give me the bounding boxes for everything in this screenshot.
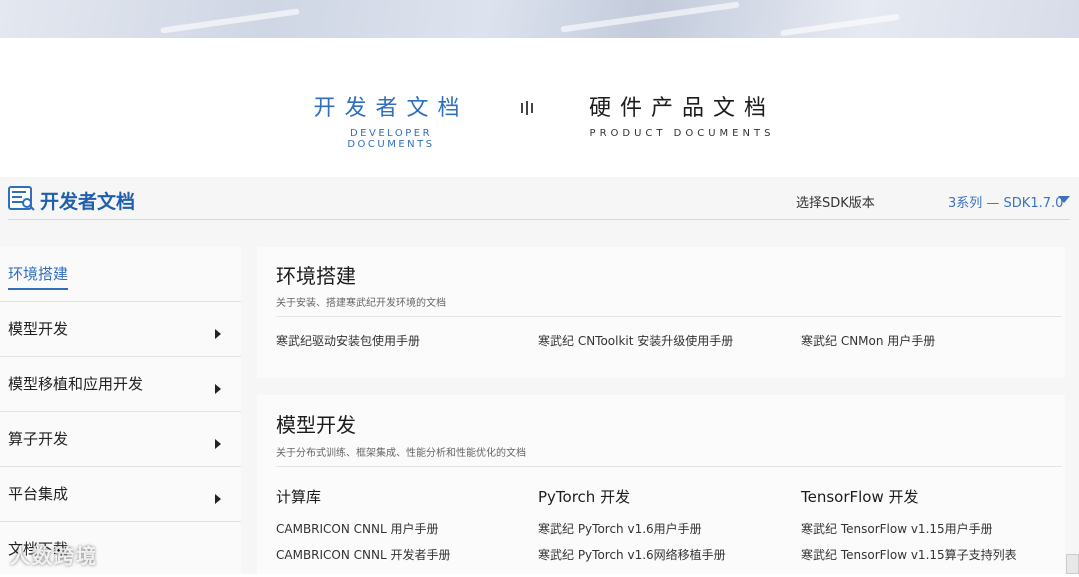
subsection-heading: 计算库 xyxy=(276,488,322,506)
sdk-version-label: 选择SDK版本 xyxy=(796,196,875,211)
doc-type-switcher: 开发者文档 DEVELOPER DOCUMENTS 硬件产品文档 PRODUCT… xyxy=(0,90,1079,150)
sidebar-item-label: 环境搭建 xyxy=(8,263,69,290)
sidebar-item-label: 算子开发 xyxy=(8,430,69,448)
doc-link[interactable]: 寒武纪 PyTorch v1.6用户手册 xyxy=(538,520,702,537)
chevron-down-icon[interactable] xyxy=(1058,196,1070,203)
doc-link[interactable]: 寒武纪 CNMon 用户手册 xyxy=(801,332,935,349)
floating-widget[interactable] xyxy=(1066,554,1079,574)
sidebar-item-environment[interactable]: 环境搭建 xyxy=(0,247,241,302)
watermark-logo: 人数跨境 xyxy=(10,544,98,568)
doc-link[interactable]: 寒武纪驱动安装包使用手册 xyxy=(276,332,420,349)
sidebar-item-label: 模型开发 xyxy=(8,320,69,338)
doc-link[interactable]: 寒武纪 CNToolkit 安装升级使用手册 xyxy=(538,332,733,349)
header-divider xyxy=(8,219,1070,220)
chevron-right-icon xyxy=(215,329,221,339)
section-environment: 环境搭建 关于安装、搭建寒武纪开发环境的文档 寒武纪驱动安装包使用手册 寒武纪 … xyxy=(257,247,1065,378)
chevron-right-icon xyxy=(215,384,221,394)
chevron-right-icon xyxy=(215,439,221,449)
section-description: 关于分布式训练、框架集成、性能分析和性能优化的文档 xyxy=(276,448,526,459)
product-docs-tab[interactable]: 硬件产品文档 PRODUCT DOCUMENTS xyxy=(582,90,782,139)
sidebar-item-operator-dev[interactable]: 算子开发 xyxy=(0,412,241,467)
sidebar-item-model-porting[interactable]: 模型移植和应用开发 xyxy=(0,357,241,412)
page-title: 开发者文档 xyxy=(40,191,136,213)
doc-link[interactable]: CAMBRICON CNNL 用户手册 xyxy=(276,520,439,537)
hero-banner xyxy=(0,0,1079,38)
sdk-version-select[interactable]: 3系列 — SDK1.7.0 xyxy=(948,192,1063,211)
section-divider xyxy=(276,466,1062,467)
section-description: 关于安装、搭建寒武纪开发环境的文档 xyxy=(276,298,446,309)
sidebar-item-label: 模型移植和应用开发 xyxy=(8,375,144,393)
developer-docs-subtitle: DEVELOPER DOCUMENTS xyxy=(347,128,435,150)
sidebar-nav: 环境搭建 模型开发 模型移植和应用开发 算子开发 平台集成 文档下载 xyxy=(0,247,241,574)
section-title: 模型开发 xyxy=(276,413,356,437)
doc-link[interactable]: 寒武纪 PyTorch v1.6网络移植手册 xyxy=(538,546,726,563)
developer-docs-title: 开发者文档 xyxy=(313,96,469,121)
docs-header xyxy=(0,177,1079,221)
sidebar-item-platform[interactable]: 平台集成 xyxy=(0,467,241,522)
doc-link[interactable]: CAMBRICON CNNL 开发者手册 xyxy=(276,546,451,563)
section-divider xyxy=(276,316,1062,317)
sidebar-item-label: 平台集成 xyxy=(8,485,69,503)
chevron-right-icon xyxy=(215,494,221,504)
doc-link[interactable]: 寒武纪 TensorFlow v1.15算子支持列表 xyxy=(801,546,1017,563)
doc-link[interactable]: 寒武纪 TensorFlow v1.15用户手册 xyxy=(801,520,993,537)
section-model-dev: 模型开发 关于分布式训练、框架集成、性能分析和性能优化的文档 计算库 CAMBR… xyxy=(257,395,1065,574)
product-docs-title: 硬件产品文档 xyxy=(588,96,775,121)
subsection-heading: PyTorch 开发 xyxy=(538,488,631,506)
document-icon xyxy=(8,186,35,211)
subsection-heading: TensorFlow 开发 xyxy=(801,488,919,506)
section-title: 环境搭建 xyxy=(276,264,356,288)
developer-docs-tab[interactable]: 开发者文档 DEVELOPER DOCUMENTS xyxy=(305,90,477,150)
sidebar-item-model-dev[interactable]: 模型开发 xyxy=(0,302,241,357)
switcher-divider-icon xyxy=(518,99,536,117)
product-docs-subtitle: PRODUCT DOCUMENTS xyxy=(589,128,775,139)
